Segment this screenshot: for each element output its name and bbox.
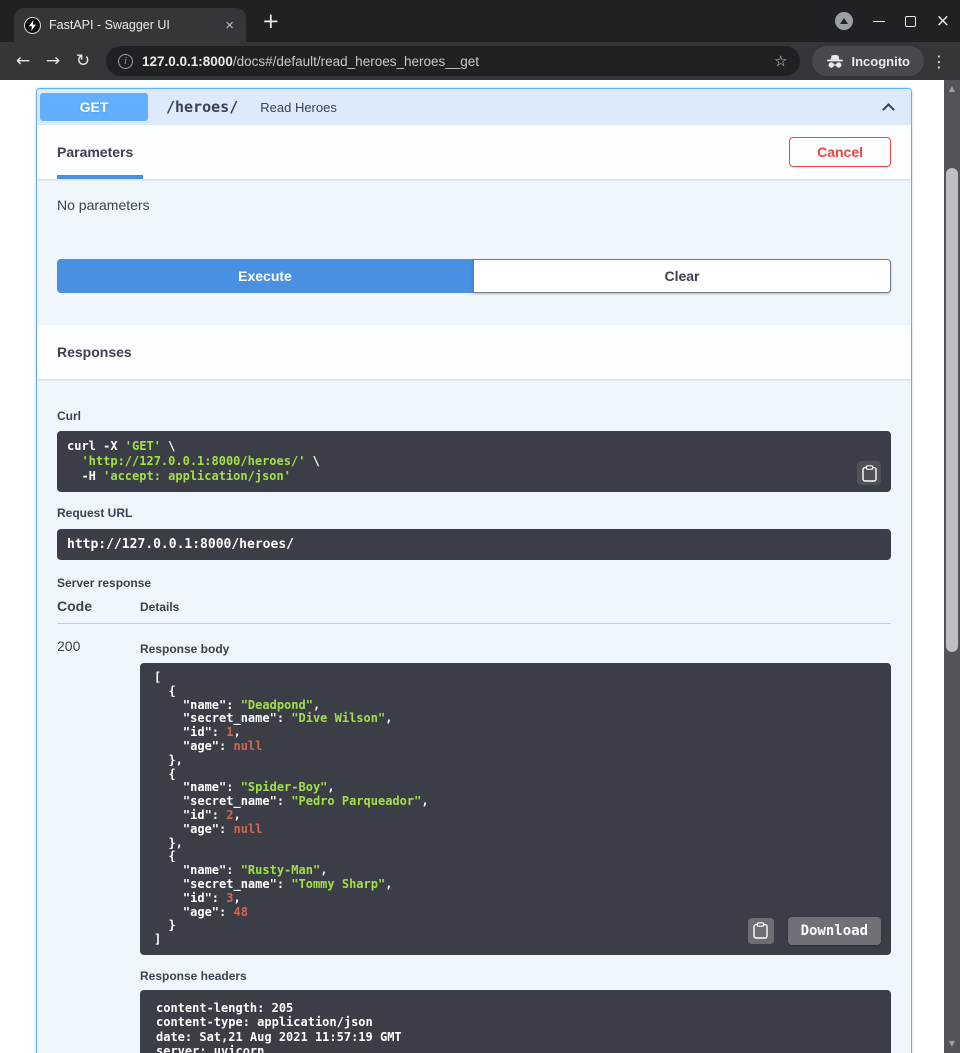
operation-header[interactable]: GET /heroes/ Read Heroes [37, 89, 911, 125]
curl-command: curl -X 'GET' \ 'http://127.0.0.1:8000/h… [67, 439, 881, 484]
response-body-json: [ { "name": "Deadpond", "secret_name": "… [154, 671, 881, 947]
clipboard-icon [862, 465, 877, 482]
response-headers-text: content-length: 205 content-type: applic… [156, 1001, 881, 1053]
minimize-button[interactable] [873, 21, 885, 22]
cancel-button[interactable]: Cancel [789, 137, 891, 167]
maximize-button[interactable] [905, 16, 916, 27]
request-url-block: http://127.0.0.1:8000/heroes/ [57, 529, 891, 560]
curl-label: Curl [57, 409, 81, 423]
responses-body: Curl curl -X 'GET' \ 'http://127.0.0.1:8… [37, 379, 911, 1053]
execute-button-group: Execute Clear [37, 259, 911, 293]
scrollbar-thumb[interactable] [946, 168, 958, 652]
incognito-badge: Incognito [812, 46, 925, 76]
back-button[interactable]: ← [10, 51, 36, 71]
incognito-label: Incognito [852, 54, 911, 69]
response-headers-label: Response headers [140, 969, 891, 983]
scroll-up-icon[interactable]: ▲ [944, 82, 960, 96]
curl-code-block: curl -X 'GET' \ 'http://127.0.0.1:8000/h… [57, 431, 891, 492]
responses-header: Responses [37, 325, 911, 379]
scrollbar[interactable]: ▲ ▼ [944, 80, 960, 1053]
operation-block: GET /heroes/ Read Heroes Parameters Canc… [36, 88, 912, 1053]
site-info-icon[interactable]: i [118, 54, 133, 69]
browser-titlebar: FastAPI - Swagger UI × + × [0, 0, 960, 42]
code-column-header: Code [57, 598, 140, 614]
browser-menu-icon[interactable]: ⋮ [928, 52, 950, 71]
curl-copy-button[interactable] [857, 461, 881, 485]
clipboard-icon [753, 922, 768, 939]
parameters-header: Parameters Cancel [37, 125, 911, 179]
parameters-title: Parameters [57, 144, 133, 160]
response-body-actions: Download [748, 917, 881, 945]
active-tab-indicator [57, 175, 143, 179]
scroll-down-icon[interactable]: ▼ [944, 1037, 960, 1051]
operation-path: /heroes/ [166, 98, 238, 116]
response-table-header: Code Details [57, 598, 891, 624]
response-row: 200 Response body [ { "name": "Deadpond"… [57, 624, 891, 1053]
details-column-header: Details [140, 600, 179, 614]
responses-title: Responses [57, 344, 132, 360]
request-url-value: http://127.0.0.1:8000/heroes/ [67, 537, 881, 552]
address-bar[interactable]: i 127.0.0.1:8000/docs#/default/read_hero… [106, 46, 800, 76]
parameters-body: No parameters [37, 179, 911, 259]
url-path: /docs#/default/read_heroes_heroes__get [233, 54, 479, 69]
response-headers-block: content-length: 205 content-type: applic… [140, 990, 891, 1053]
new-tab-button[interactable]: + [262, 11, 280, 32]
response-status-code: 200 [57, 636, 140, 1053]
response-body-label: Response body [140, 642, 891, 656]
tab-title: FastAPI - Swagger UI [49, 18, 215, 32]
forward-button[interactable]: → [40, 51, 66, 71]
response-body-block: [ { "name": "Deadpond", "secret_name": "… [140, 663, 891, 955]
execute-button[interactable]: Execute [57, 259, 473, 293]
download-button[interactable]: Download [788, 917, 881, 945]
response-copy-button[interactable] [748, 918, 774, 944]
operation-summary: Read Heroes [260, 100, 884, 115]
page-content: GET /heroes/ Read Heroes Parameters Canc… [0, 80, 944, 1053]
close-button[interactable]: × [936, 13, 950, 30]
tab-close-icon[interactable]: × [223, 18, 236, 33]
url-text: 127.0.0.1:8000/docs#/default/read_heroes… [142, 54, 765, 69]
response-details: Response body [ { "name": "Deadpond", "s… [140, 636, 891, 1053]
browser-toolbar: ← → ↻ i 127.0.0.1:8000/docs#/default/rea… [0, 42, 960, 80]
window-controls: × [835, 0, 950, 42]
collapse-chevron-icon[interactable] [882, 103, 895, 116]
request-url-label: Request URL [57, 506, 132, 520]
clear-button[interactable]: Clear [473, 259, 891, 293]
fastapi-favicon-icon [24, 17, 41, 34]
server-response-label: Server response [57, 576, 151, 590]
method-badge: GET [40, 93, 148, 121]
browser-window: FastAPI - Swagger UI × + × ← → ↻ i 127.0… [0, 0, 960, 1053]
no-parameters-text: No parameters [57, 197, 891, 213]
incognito-icon [826, 54, 844, 69]
browser-tab[interactable]: FastAPI - Swagger UI × [14, 8, 246, 42]
reload-button[interactable]: ↻ [70, 51, 96, 71]
browser-update-icon[interactable] [835, 12, 853, 30]
bookmark-star-icon[interactable]: ☆ [774, 52, 787, 70]
url-host: 127.0.0.1:8000 [142, 54, 233, 69]
